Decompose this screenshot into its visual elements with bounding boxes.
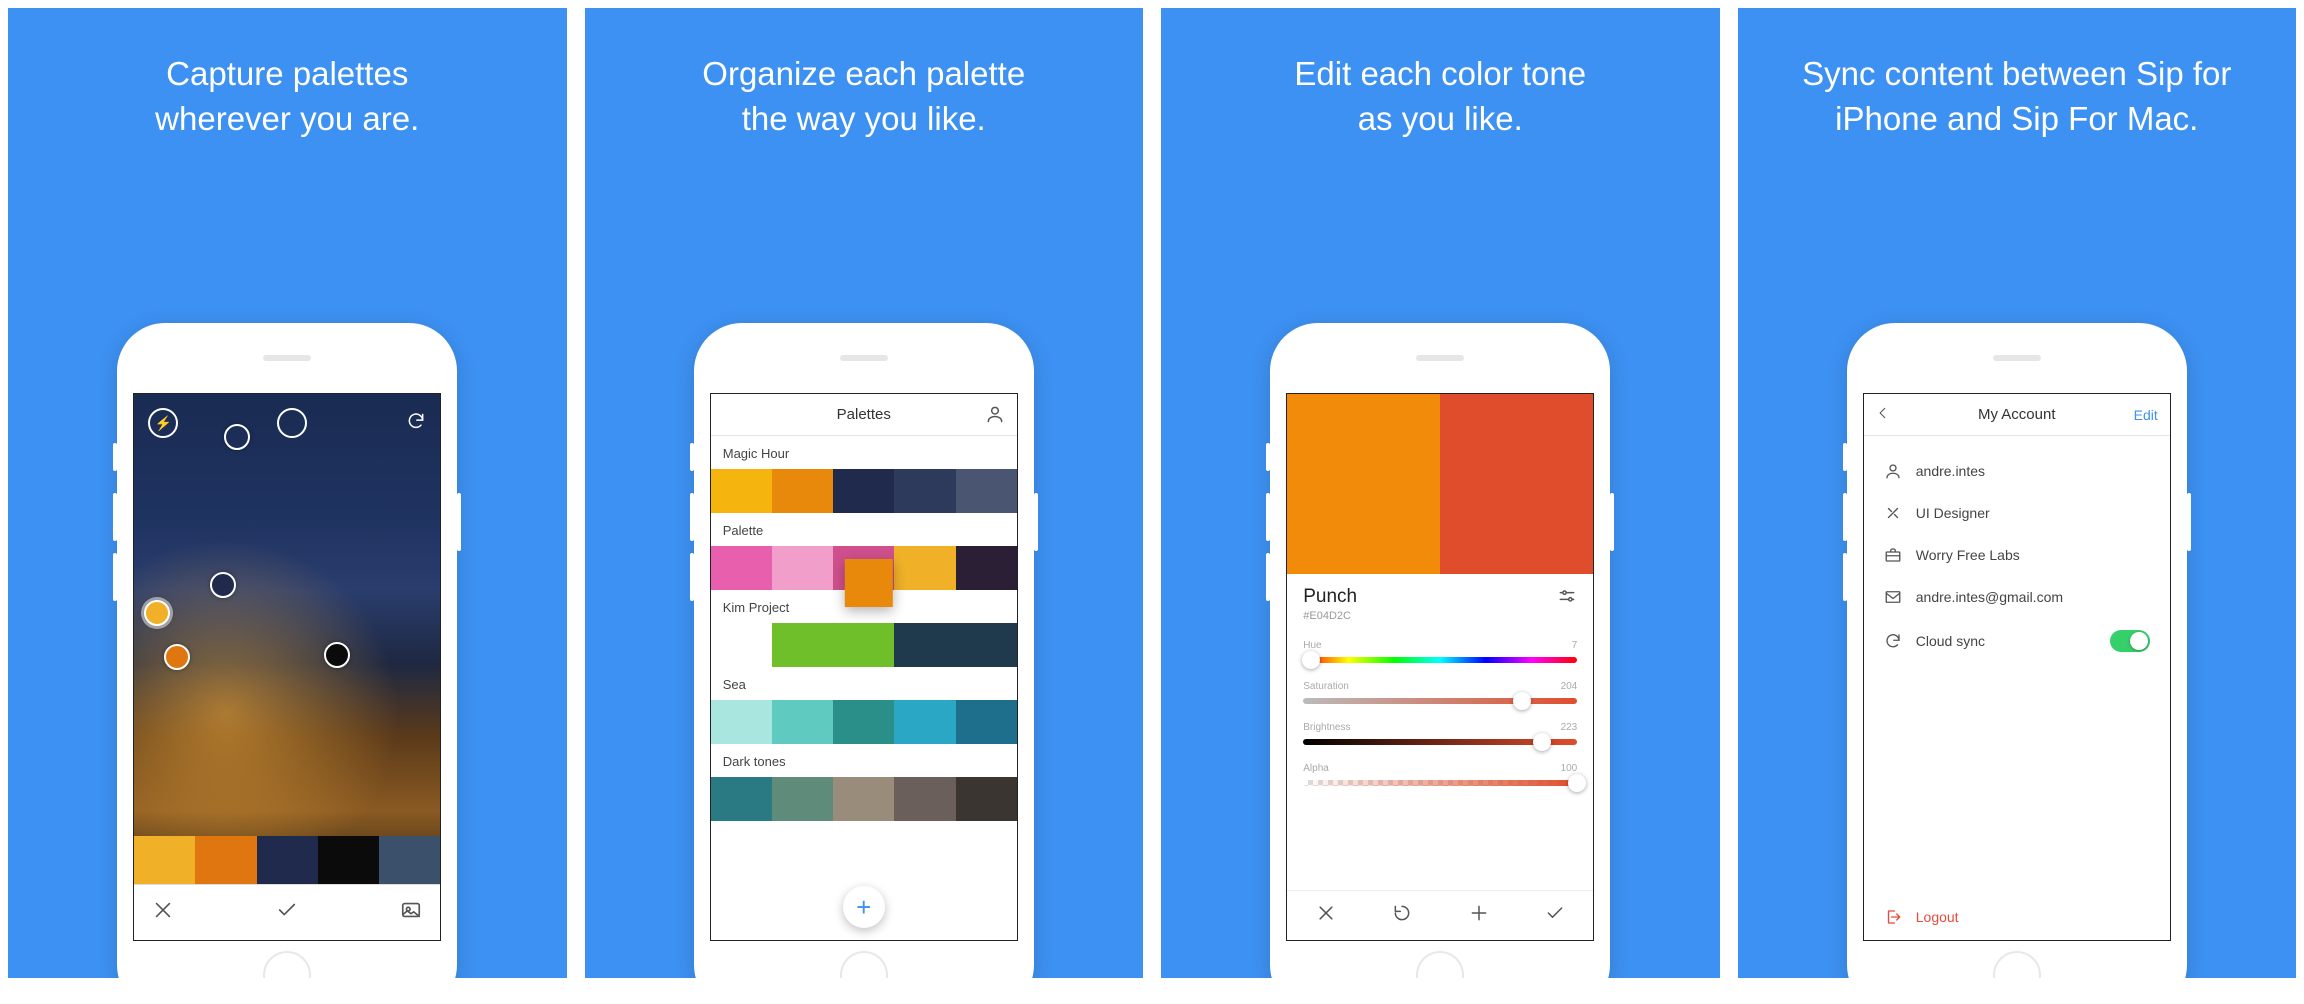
phone-frame: Punch #E04D2C Hue 7 Saturation 204 [1270,323,1610,978]
add-icon[interactable] [1469,903,1489,928]
color-picker-dot[interactable] [144,600,170,626]
saturation-slider[interactable]: Saturation 204 [1303,681,1577,704]
capture-toolbar [134,884,440,940]
panel-caption: Organize each palette the way you like. [585,8,1144,141]
slider-label: Hue [1303,640,1321,651]
sync-icon [1884,632,1902,650]
cloud-sync-toggle[interactable] [2110,630,2150,652]
account-role-row: UI Designer [1864,492,2170,534]
edit-link[interactable]: Edit [2134,407,2158,423]
username-value: andre.intes [1916,463,2150,479]
capture-screen: ⚡ [133,393,441,941]
swatch-left [1287,394,1440,574]
cancel-icon[interactable] [152,899,174,926]
slider-value: 204 [1561,681,1578,692]
panel-caption: Capture palettes wherever you are. [8,8,567,141]
email-value: andre.intes@gmail.com [1916,589,2150,605]
color-picker-dot[interactable] [324,642,350,668]
confirm-icon[interactable] [1545,903,1565,928]
panel-caption: Edit each color tone as you like. [1161,8,1720,141]
logout-label: Logout [1916,909,1959,925]
mail-icon [1884,588,1902,606]
account-email-row: andre.intes@gmail.com [1864,576,2170,618]
camera-flip-icon[interactable] [406,411,426,436]
add-palette-button[interactable]: + [843,886,885,928]
account-screen: My Account Edit andre.intes UI Designer … [1863,393,2171,941]
briefcase-icon [1884,546,1902,564]
panel-caption: Sync content between Sip for iPhone and … [1738,8,2297,141]
palette-name: Sea [711,667,1017,700]
undo-icon[interactable] [1392,903,1412,928]
slider-label: Alpha [1303,763,1329,774]
phone-frame: My Account Edit andre.intes UI Designer … [1847,323,2187,978]
color-hex: #E04D2C [1303,610,1357,622]
edit-swatch-preview [1287,394,1593,574]
user-icon [1884,462,1902,480]
nav-bar: Palettes [711,394,1017,436]
palette-name: Palette [711,513,1017,546]
brightness-slider[interactable]: Brightness 223 [1303,722,1577,745]
slider-label: Brightness [1303,722,1350,733]
palette-item[interactable]: Magic Hour [711,436,1017,513]
camera-viewfinder[interactable]: ⚡ [134,394,440,884]
logout-icon [1884,908,1902,926]
captured-swatch-strip [134,836,440,884]
color-picker-dot[interactable] [224,424,250,450]
dragging-swatch[interactable] [845,559,893,607]
profile-icon[interactable] [985,404,1005,428]
promo-panel-edit: Edit each color tone as you like. Punch … [1161,8,1720,978]
palette-name: Dark tones [711,744,1017,777]
logout-button[interactable]: Logout [1864,894,2170,940]
alpha-slider[interactable]: Alpha 100 [1303,763,1577,786]
palette-item[interactable]: Dark tones [711,744,1017,821]
nav-bar: My Account Edit [1864,394,2170,436]
slider-value: 100 [1561,763,1578,774]
back-icon[interactable] [1876,406,1890,424]
company-value: Worry Free Labs [1916,547,2150,563]
confirm-icon[interactable] [276,899,298,926]
nav-title: My Account [1978,406,2056,423]
gallery-icon[interactable] [400,899,422,926]
cancel-icon[interactable] [1316,903,1336,928]
palette-item[interactable]: Sea [711,667,1017,744]
tools-icon [1884,504,1902,522]
settings-sliders-icon[interactable] [1557,586,1577,611]
account-company-row: Worry Free Labs [1864,534,2170,576]
color-name: Punch [1303,586,1357,608]
nav-title: Palettes [837,406,891,423]
promo-panel-organize: Organize each palette the way you like. … [585,8,1144,978]
swatch-right [1440,394,1593,574]
role-value: UI Designer [1916,505,2150,521]
slider-value: 7 [1572,640,1578,651]
account-list: andre.intes UI Designer Worry Free Labs … [1864,436,2170,894]
slider-value: 223 [1561,722,1578,733]
color-picker-dot[interactable] [210,572,236,598]
color-picker-dot[interactable] [164,644,190,670]
palettes-screen: Palettes Magic Hour Palette Kim Project [710,393,1018,941]
flash-toggle-icon[interactable]: ⚡ [148,408,178,438]
phone-frame: Palettes Magic Hour Palette Kim Project [694,323,1034,978]
capture-target-icon[interactable] [277,408,307,438]
sync-label: Cloud sync [1916,633,2096,649]
promo-panel-sync: Sync content between Sip for iPhone and … [1738,8,2297,978]
palette-list[interactable]: Magic Hour Palette Kim Project Sea Dark … [711,436,1017,940]
phone-frame: ⚡ [117,323,457,978]
hue-slider[interactable]: Hue 7 [1303,640,1577,663]
promo-panel-capture: Capture palettes wherever you are. ⚡ [8,8,567,978]
account-username-row: andre.intes [1864,450,2170,492]
palette-name: Magic Hour [711,436,1017,469]
slider-label: Saturation [1303,681,1349,692]
edit-screen: Punch #E04D2C Hue 7 Saturation 204 [1286,393,1594,941]
cloud-sync-row: Cloud sync [1864,618,2170,664]
edit-toolbar [1287,890,1593,940]
